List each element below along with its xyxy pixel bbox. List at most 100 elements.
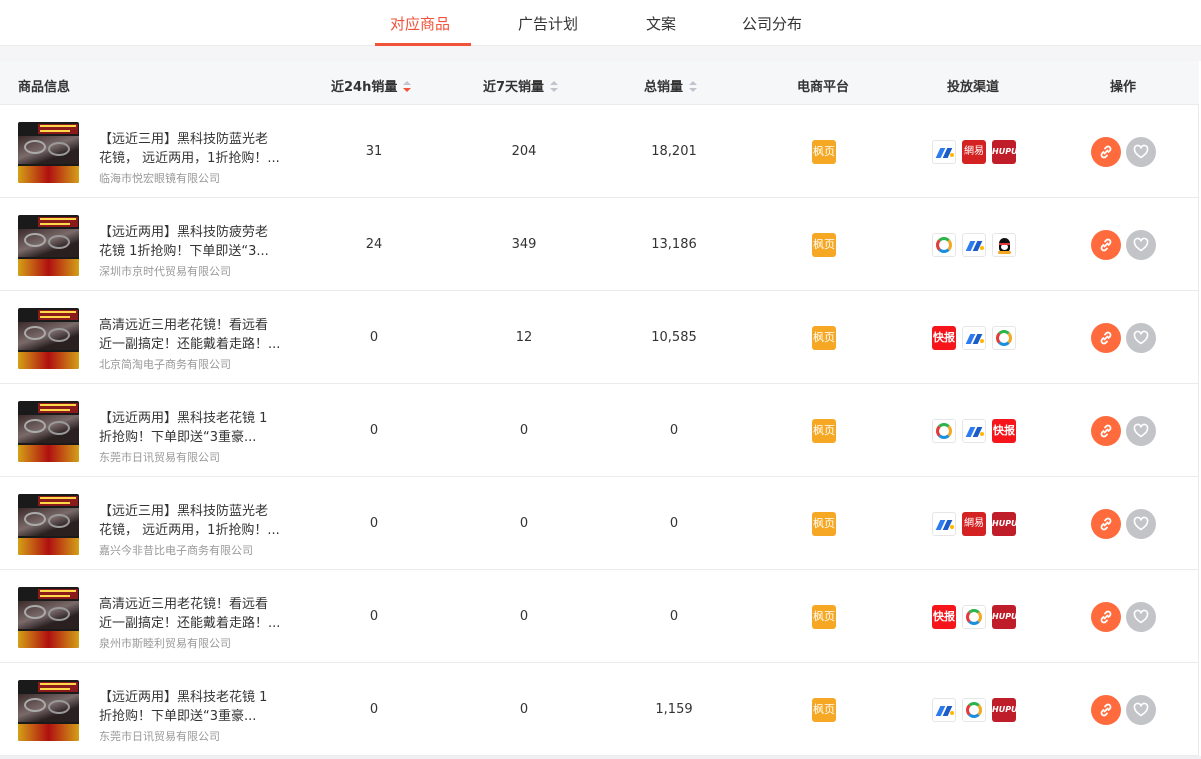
table-row[interactable]: 【远近两用】黑科技防疲劳老 花镜 1折抢购！下单即送“3... 深圳市京时代贸易… xyxy=(0,198,1199,291)
link-button[interactable] xyxy=(1091,230,1121,260)
table-row[interactable]: 【远近三用】黑科技防蓝光老 花镜， 远近两用，1折抢购！... 嘉兴今非昔比电子… xyxy=(0,477,1199,570)
header-platform: 电商平台 xyxy=(797,80,850,95)
product-thumbnail[interactable] xyxy=(18,215,79,276)
favorite-button[interactable] xyxy=(1126,509,1156,539)
header-channel: 投放渠道 xyxy=(947,80,1000,95)
tab-company-distribution[interactable]: 公司分布 xyxy=(742,13,802,34)
sales-24h: 0 xyxy=(369,330,379,345)
platform-badge: 枫页 xyxy=(812,233,836,257)
tencent-news-icon xyxy=(932,233,956,257)
header-sales-7d[interactable]: 近7天销量 xyxy=(483,76,559,95)
header-product: 商品信息 xyxy=(18,80,71,95)
product-thumbnail[interactable] xyxy=(18,587,79,648)
total-sales: 0 xyxy=(669,609,679,624)
link-button[interactable] xyxy=(1091,602,1121,632)
header-sales-24h[interactable]: 近24h销量 xyxy=(331,76,412,95)
kuaishou-icon: 快报 xyxy=(992,419,1016,443)
link-button[interactable] xyxy=(1091,323,1121,353)
company-name: 泉州市斯睦利贸易有限公司 xyxy=(99,637,231,650)
product-thumbnail[interactable] xyxy=(18,680,79,741)
kuaishou-icon: 快报 xyxy=(932,605,956,629)
company-name: 临海市悦宏眼镜有限公司 xyxy=(99,172,220,185)
tencent-news-icon xyxy=(992,326,1016,350)
table-row[interactable]: 【远近两用】黑科技老花镜 1 折抢购！下单即送“3重豪... 东莞市日讯贸易有限… xyxy=(0,384,1199,477)
favorite-button[interactable] xyxy=(1126,323,1156,353)
sales-7d: 0 xyxy=(519,516,529,531)
platform-badge: 枫页 xyxy=(812,605,836,629)
zhihu-icon xyxy=(932,698,956,722)
table-row[interactable]: 高清远近三用老花镜！看远看 近一副搞定！还能戴着走路！... 泉州市斯睦利贸易有… xyxy=(0,570,1199,663)
product-title[interactable]: 高清远近三用老花镜！看远看 近一副搞定！还能戴着走路！... xyxy=(99,316,289,354)
company-name: 东莞市日讯贸易有限公司 xyxy=(99,451,220,464)
heart-icon xyxy=(1133,330,1149,345)
link-icon xyxy=(1100,703,1112,717)
sales-7d: 204 xyxy=(511,144,537,159)
sales-7d: 0 xyxy=(519,702,529,717)
heart-icon xyxy=(1133,609,1149,624)
sales-24h: 0 xyxy=(369,423,379,438)
header-action: 操作 xyxy=(1110,80,1137,95)
heart-icon xyxy=(1133,237,1149,252)
platform-badge: 枫页 xyxy=(812,419,836,443)
total-sales: 0 xyxy=(669,516,679,531)
favorite-button[interactable] xyxy=(1126,416,1156,446)
link-button[interactable] xyxy=(1091,137,1121,167)
tab-ad-plans[interactable]: 广告计划 xyxy=(518,13,578,34)
sort-desc-icon[interactable] xyxy=(403,80,412,93)
total-sales: 13,186 xyxy=(651,237,697,252)
tab-copywriting[interactable]: 文案 xyxy=(646,13,676,34)
header-total-sales[interactable]: 总销量 xyxy=(644,76,698,95)
heart-icon xyxy=(1133,423,1149,438)
sales-7d: 12 xyxy=(515,330,533,345)
sales-7d: 0 xyxy=(519,423,529,438)
product-title[interactable]: 【远近三用】黑科技防蓝光老 花镜， 远近两用，1折抢购！... xyxy=(99,130,289,168)
product-thumbnail[interactable] xyxy=(18,122,79,183)
zhihu-icon xyxy=(932,512,956,536)
sales-24h: 0 xyxy=(369,609,379,624)
product-title[interactable]: 【远近两用】黑科技防疲劳老 花镜 1折抢购！下单即送“3... xyxy=(99,223,289,261)
sales-24h: 0 xyxy=(369,702,379,717)
product-title[interactable]: 高清远近三用老花镜！看远看 近一副搞定！还能戴着走路！... xyxy=(99,595,289,633)
sales-7d: 349 xyxy=(511,237,537,252)
sort-icon[interactable] xyxy=(689,80,698,93)
favorite-button[interactable] xyxy=(1126,695,1156,725)
favorite-button[interactable] xyxy=(1126,230,1156,260)
company-name: 北京简淘电子商务有限公司 xyxy=(99,358,231,371)
product-thumbnail[interactable] xyxy=(18,494,79,555)
product-title[interactable]: 【远近三用】黑科技防蓝光老 花镜， 远近两用，1折抢购！... xyxy=(99,502,289,540)
zhihu-icon xyxy=(962,419,986,443)
link-button[interactable] xyxy=(1091,695,1121,725)
netease-icon: 網易 xyxy=(962,140,986,164)
tencent-news-icon xyxy=(932,419,956,443)
product-thumbnail[interactable] xyxy=(18,401,79,462)
platform-badge: 枫页 xyxy=(812,698,836,722)
product-title[interactable]: 【远近两用】黑科技老花镜 1 折抢购！下单即送“3重豪... xyxy=(99,409,289,447)
link-icon xyxy=(1100,238,1112,252)
qq-icon xyxy=(992,233,1016,257)
total-sales: 0 xyxy=(669,423,679,438)
platform-badge: 枫页 xyxy=(812,512,836,536)
favorite-button[interactable] xyxy=(1126,137,1156,167)
sort-icon[interactable] xyxy=(550,80,559,93)
link-button[interactable] xyxy=(1091,416,1121,446)
product-thumbnail[interactable] xyxy=(18,308,79,369)
tab-bar: 对应商品 广告计划 文案 公司分布 xyxy=(0,0,1201,46)
favorite-button[interactable] xyxy=(1126,602,1156,632)
heart-icon xyxy=(1133,144,1149,159)
zhihu-icon xyxy=(962,326,986,350)
product-title[interactable]: 【远近两用】黑科技老花镜 1 折抢购！下单即送“3重豪... xyxy=(99,688,289,726)
link-button[interactable] xyxy=(1091,509,1121,539)
heart-icon xyxy=(1133,516,1149,531)
zhihu-icon xyxy=(932,140,956,164)
company-name: 嘉兴今非昔比电子商务有限公司 xyxy=(99,544,253,557)
table-row[interactable]: 高清远近三用老花镜！看远看 近一副搞定！还能戴着走路！... 北京简淘电子商务有… xyxy=(0,291,1199,384)
netease-icon: 網易 xyxy=(962,512,986,536)
table-row[interactable]: 【远近两用】黑科技老花镜 1 折抢购！下单即送“3重豪... 东莞市日讯贸易有限… xyxy=(0,663,1199,756)
company-name: 深圳市京时代贸易有限公司 xyxy=(99,265,231,278)
link-icon xyxy=(1100,424,1112,438)
tab-products[interactable]: 对应商品 xyxy=(390,13,450,34)
kuaishou-icon: 快报 xyxy=(932,326,956,350)
link-icon xyxy=(1100,610,1112,624)
platform-badge: 枫页 xyxy=(812,326,836,350)
table-row[interactable]: 【远近三用】黑科技防蓝光老 花镜， 远近两用，1折抢购！... 临海市悦宏眼镜有… xyxy=(0,105,1199,198)
